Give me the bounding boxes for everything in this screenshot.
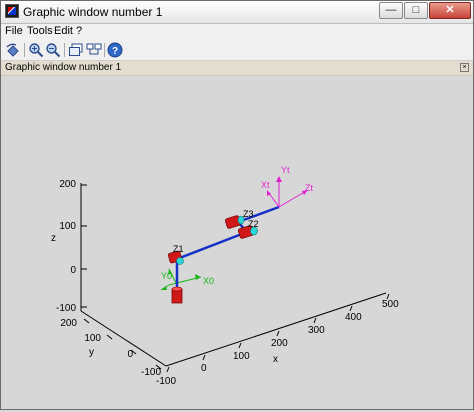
menu-edit[interactable]: Edit [54,25,73,37]
z-ticks [81,184,87,308]
menu-bar: File Tools Edit ? [1,24,473,40]
frame-label-Z1: Z1 [173,244,184,254]
rotate-icon[interactable] [5,42,21,58]
frame-label-Yt: Yt [281,165,290,175]
frame-label-Z3: Z3 [243,209,254,219]
help-icon[interactable]: ? [107,42,123,58]
x-ticks [166,293,390,373]
frame-label-Xt: Xt [261,180,270,190]
zoom-out-icon[interactable] [45,42,61,58]
y-ticks [83,318,162,370]
x-axis-label: x [273,354,278,365]
undock-icon[interactable]: × [460,63,469,72]
zoom-in-icon[interactable] [28,42,44,58]
y-axis-label: y [89,347,94,358]
z-tick-label: 100 [59,221,76,232]
window-icon[interactable] [68,42,84,58]
robot-3d-plot[interactable]: 200 100 0 -100 z 200 100 0 -100 y -100 0… [1,76,473,409]
menu-tools[interactable]: Tools [27,25,53,37]
z-tick-label: 200 [59,179,76,190]
toolbar-separator [104,43,105,57]
frame-label-Z2: Z2 [248,219,259,229]
y-tick-labels: 200 100 0 -100 [60,318,161,378]
tool-frame [267,176,308,208]
toolbar-separator [24,43,25,57]
z-tick-label: 0 [70,265,76,276]
x-tick-label: -100 [156,376,176,387]
x-tick-label: 400 [345,312,362,323]
y-tick-label: 200 [60,318,77,329]
x-tick-label: 0 [201,363,207,374]
x-tick-label: 500 [382,299,399,310]
z-tick-labels: 200 100 0 -100 [56,179,76,314]
joint-base [171,286,183,304]
z-axis-label: z [51,233,56,244]
figure-header-title: Graphic window number 1 [5,62,122,73]
title-bar[interactable]: Graphic window number 1 — □ ✕ [1,1,473,24]
figure-header: Graphic window number 1 × [1,61,473,76]
frame-label-Zt: Zt [305,183,313,193]
datatip-icon[interactable] [86,42,102,58]
window-controls: — □ ✕ [379,2,471,20]
link-2 [176,230,248,261]
axes-lines [80,183,387,367]
x-tick-label: 300 [308,325,325,336]
maximize-button[interactable]: □ [404,2,428,19]
y-tick-label: 0 [127,349,133,360]
window-title: Graphic window number 1 [23,5,163,19]
frame-label-X0: X0 [203,276,214,286]
x-tick-label: 100 [233,351,250,362]
x-tick-labels: -100 0 100 200 300 400 500 [156,299,399,387]
menu-help[interactable]: ? [76,25,82,37]
plot-canvas[interactable]: 200 100 0 -100 z 200 100 0 -100 y -100 0… [1,76,473,409]
close-button[interactable]: ✕ [429,2,471,19]
toolbar-separator [64,43,65,57]
toolbar: ? [1,40,473,61]
graphic-window: Graphic window number 1 — □ ✕ File Tools… [0,0,474,410]
scilab-app-icon [5,4,19,18]
y-tick-label: 100 [84,333,101,344]
menu-file[interactable]: File [5,25,23,37]
minimize-button[interactable]: — [379,2,403,19]
z-tick-label: -100 [56,303,76,314]
svg-text:?: ? [112,46,118,57]
frame-label-Y0: Y0 [161,271,172,281]
x-tick-label: 200 [271,338,288,349]
